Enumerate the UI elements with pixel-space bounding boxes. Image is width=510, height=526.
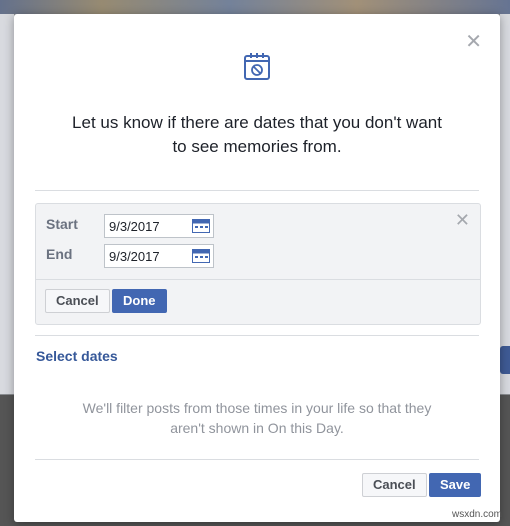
heading-line-2: to see memories from. <box>172 137 342 156</box>
divider-bottom <box>35 459 479 460</box>
close-icon[interactable]: ✕ <box>465 32 482 52</box>
calendar-block-icon <box>243 51 271 86</box>
description-line-1: We'll filter posts from those times in y… <box>82 400 432 416</box>
background-right-panel <box>500 14 510 394</box>
calendar-picker-icon[interactable] <box>192 219 210 236</box>
save-button[interactable]: Save <box>429 473 482 497</box>
cancel-button[interactable]: Cancel <box>362 473 427 497</box>
background-cover-strip <box>0 0 510 14</box>
date-range-panel: Start 9/3/2017 End 9/3/2017 ✕ Cancel Don… <box>35 203 481 325</box>
heading-line-1: Let us know if there are dates that you … <box>72 113 442 132</box>
panel-cancel-button[interactable]: Cancel <box>45 289 110 313</box>
description-line-2: aren't shown in On this Day. <box>170 420 344 436</box>
filter-description: We'll filter posts from those times in y… <box>54 398 460 438</box>
start-date-value: 9/3/2017 <box>109 219 160 234</box>
watermark: wsxdn.com <box>451 509 502 520</box>
background-left-panel <box>0 14 14 394</box>
start-label: Start <box>46 216 78 232</box>
background-button <box>500 346 510 374</box>
memories-dates-dialog: ✕ Let us know if there are dates that yo… <box>14 14 500 522</box>
done-button[interactable]: Done <box>112 289 167 313</box>
select-dates-link[interactable]: Select dates <box>36 348 118 364</box>
end-label: End <box>46 246 73 262</box>
start-date-field[interactable]: 9/3/2017 <box>104 214 214 238</box>
remove-range-icon[interactable]: ✕ <box>455 210 470 231</box>
end-date-field[interactable]: 9/3/2017 <box>104 244 214 268</box>
divider-top <box>35 190 479 191</box>
dialog-heading: Let us know if there are dates that you … <box>34 111 480 159</box>
panel-divider <box>36 279 480 280</box>
divider-middle <box>35 335 479 336</box>
end-date-value: 9/3/2017 <box>109 249 160 264</box>
calendar-picker-icon[interactable] <box>192 249 210 266</box>
